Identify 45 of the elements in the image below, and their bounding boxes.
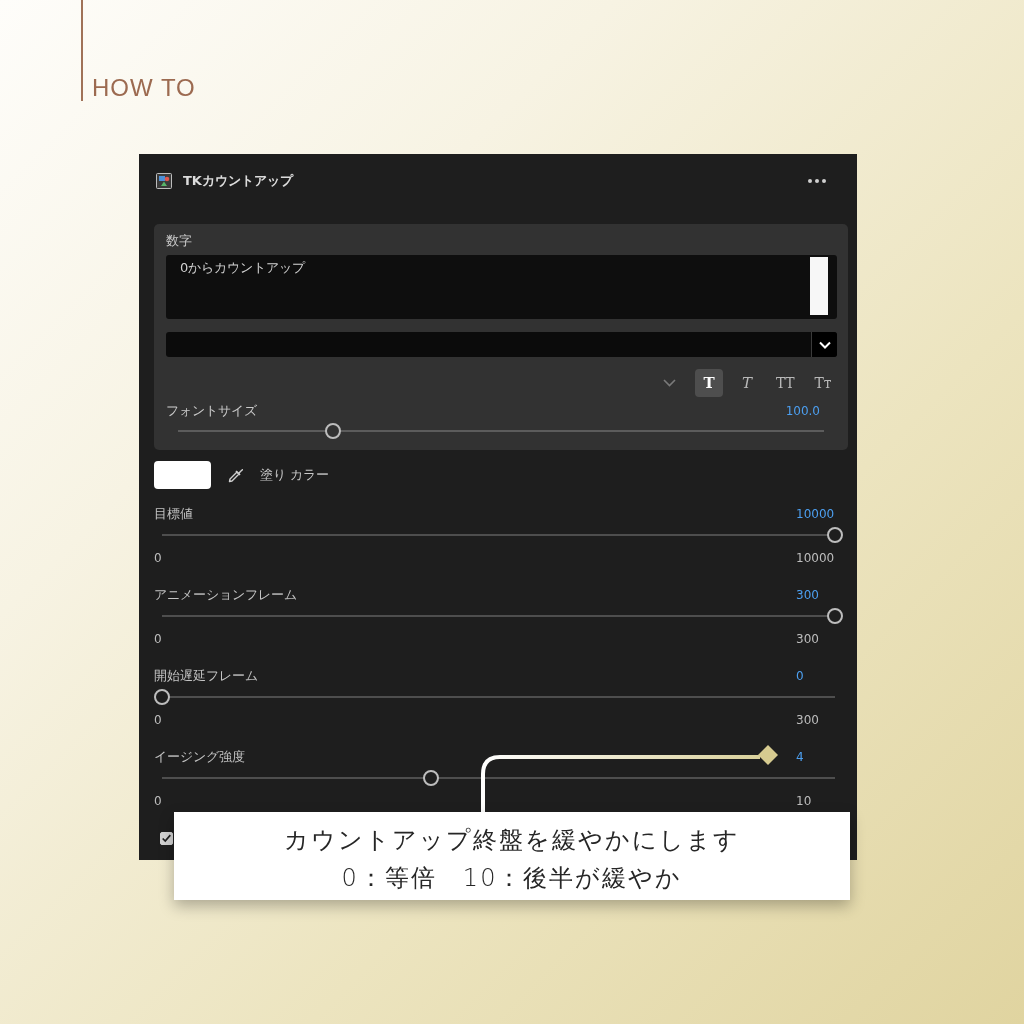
text-style-button[interactable]: T	[733, 369, 761, 397]
slider-label: 開始遅延フレーム	[154, 667, 259, 685]
scrollbar-thumb[interactable]	[810, 257, 828, 315]
field-label: 数字	[166, 232, 192, 250]
text-style-button[interactable]: T	[695, 369, 723, 397]
slider-thumb[interactable]	[827, 608, 843, 624]
chevron-down-icon	[818, 340, 831, 349]
slider-label: アニメーションフレーム	[154, 586, 298, 604]
section-heading: HOW TO	[92, 74, 196, 101]
slider-min-label: 0	[154, 713, 162, 727]
slider-thumb[interactable]	[827, 527, 843, 543]
slider-value: 100.0	[785, 404, 820, 418]
fill-color-label: 塗り カラー	[260, 466, 330, 484]
slider-label: イージング強度	[154, 748, 246, 766]
field-label: フォントサイズ	[166, 402, 257, 420]
slider-min-label: 0	[154, 551, 162, 565]
slider-max-label: 300	[796, 632, 820, 646]
text-style-button[interactable]: Tᴛ	[809, 369, 837, 397]
slider-value: 0	[796, 669, 805, 683]
checkmark-icon	[161, 833, 172, 844]
slider-value: 10000	[796, 507, 836, 521]
slider-max-label: 10	[796, 794, 813, 808]
eyedropper-icon[interactable]	[227, 466, 245, 484]
slider-min-label: 0	[154, 794, 162, 808]
text-style-button[interactable]: TT	[771, 369, 799, 397]
slider-thumb[interactable]	[325, 423, 342, 439]
callout-text: 0：等倍 10：後半が緩やか	[340, 863, 684, 894]
color-swatch[interactable]	[154, 461, 211, 489]
panel-title: TKカウントアップ	[183, 172, 293, 190]
chevron-down-icon[interactable]	[663, 379, 676, 387]
image-icon	[156, 173, 172, 189]
checkbox[interactable]	[160, 832, 173, 845]
more-icon[interactable]	[808, 179, 826, 183]
slider-label: 目標値	[154, 505, 194, 523]
slider-max-label: 300	[796, 713, 820, 727]
slider-value: 300	[796, 588, 820, 602]
slider-value: 4	[796, 750, 805, 764]
dropdown-button[interactable]	[811, 332, 837, 357]
slider-min-label: 0	[154, 632, 162, 646]
dropdown-field[interactable]	[166, 332, 837, 357]
slider-max-label: 10000	[796, 551, 836, 565]
slider-thumb[interactable]	[154, 689, 170, 705]
slider-thumb[interactable]	[423, 770, 440, 786]
callout-text: カウントアップ終盤を緩やかにします	[283, 825, 741, 856]
text-field[interactable]: 0からカウントアップ	[166, 255, 837, 319]
